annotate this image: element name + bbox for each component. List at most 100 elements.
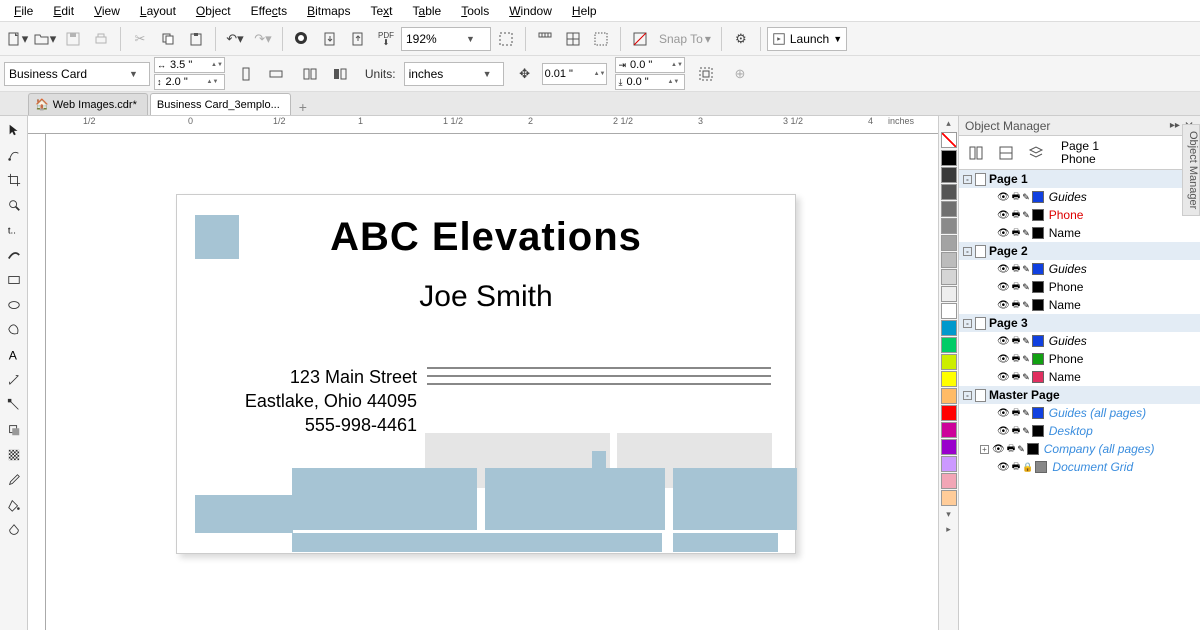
layer-manager-button[interactable] bbox=[1023, 140, 1049, 166]
swatch[interactable] bbox=[941, 167, 957, 183]
export-button[interactable] bbox=[345, 26, 371, 52]
page-preset-input[interactable] bbox=[5, 67, 125, 81]
cut-button[interactable]: ✂ bbox=[127, 26, 153, 52]
swatch-none[interactable] bbox=[941, 132, 957, 148]
pdf-button[interactable]: PDF⬇ bbox=[373, 26, 399, 52]
layer-row[interactable]: 👁 🖶 ✎ Guides bbox=[959, 260, 1200, 278]
visibility-icon[interactable]: 👁 bbox=[997, 408, 1010, 419]
menu-table[interactable]: Table bbox=[403, 2, 452, 20]
visibility-icon[interactable]: 👁 bbox=[997, 192, 1010, 203]
swatch[interactable] bbox=[941, 303, 957, 319]
add-tab-button[interactable]: + bbox=[293, 99, 313, 115]
expand-icon[interactable]: - bbox=[963, 391, 972, 400]
layer-color-swatch[interactable] bbox=[1032, 353, 1044, 365]
edit-icon[interactable]: ✎ bbox=[1022, 210, 1030, 221]
menu-layout[interactable]: Layout bbox=[130, 2, 186, 20]
launch-button[interactable]: Launch ▼ bbox=[767, 27, 847, 51]
dup-y-input[interactable] bbox=[624, 76, 666, 88]
parallel-dim-tool[interactable] bbox=[2, 368, 26, 392]
edit-across-button[interactable] bbox=[993, 140, 1019, 166]
transparency-tool[interactable] bbox=[2, 443, 26, 467]
interactive-fill-tool[interactable] bbox=[2, 518, 26, 542]
snap-to-dropdown[interactable]: Snap To ▾ bbox=[655, 32, 715, 46]
menu-window[interactable]: Window bbox=[499, 2, 562, 20]
swatch[interactable] bbox=[941, 337, 957, 353]
swatch[interactable] bbox=[941, 320, 957, 336]
swatch[interactable] bbox=[941, 371, 957, 387]
open-button[interactable]: ▾ bbox=[32, 26, 58, 52]
print-icon[interactable]: 🖶 bbox=[1012, 333, 1021, 349]
undo-button[interactable]: ↶▾ bbox=[222, 26, 248, 52]
swatch[interactable] bbox=[941, 456, 957, 472]
swatch[interactable] bbox=[941, 269, 957, 285]
print-icon[interactable]: 🖶 bbox=[1007, 441, 1016, 457]
visibility-icon[interactable]: 👁 bbox=[997, 228, 1010, 239]
print-icon[interactable]: 🖶 bbox=[1012, 297, 1021, 313]
swatch[interactable] bbox=[941, 439, 957, 455]
print-icon[interactable]: 🖶 bbox=[1012, 279, 1021, 295]
swatch[interactable] bbox=[941, 201, 957, 217]
layer-row[interactable]: 👁 🖶 ✎ Name bbox=[959, 224, 1200, 242]
print-icon[interactable]: 🖶 bbox=[1012, 261, 1021, 277]
business-card[interactable]: ABC Elevations Joe Smith 123 Main Street… bbox=[176, 194, 796, 554]
swatch[interactable] bbox=[941, 405, 957, 421]
ellipse-tool[interactable] bbox=[2, 293, 26, 317]
edit-icon[interactable]: ✎ bbox=[1022, 408, 1030, 419]
layer-color-swatch[interactable] bbox=[1032, 227, 1044, 239]
visibility-icon[interactable]: 👁 bbox=[997, 354, 1010, 365]
print-icon[interactable]: 🖶 bbox=[1012, 369, 1021, 385]
zoom-tool[interactable] bbox=[2, 193, 26, 217]
landscape-button[interactable] bbox=[263, 61, 289, 87]
visibility-icon[interactable]: 👁 bbox=[997, 462, 1010, 473]
print-icon[interactable]: 🖶 bbox=[1012, 405, 1021, 421]
menu-file[interactable]: File bbox=[4, 2, 43, 20]
layer-row[interactable]: 👁 🖶 ✎ Guides bbox=[959, 188, 1200, 206]
layer-color-swatch[interactable] bbox=[1032, 335, 1044, 347]
side-tab-object-manager[interactable]: Object Manager bbox=[1182, 124, 1200, 216]
rectangle-tool[interactable] bbox=[2, 268, 26, 292]
card-company[interactable]: ABC Elevations bbox=[177, 215, 795, 260]
layer-color-swatch[interactable] bbox=[1032, 299, 1044, 311]
swatch[interactable] bbox=[941, 388, 957, 404]
eyedropper-tool[interactable] bbox=[2, 468, 26, 492]
visibility-icon[interactable]: 👁 bbox=[997, 264, 1010, 275]
edit-icon[interactable]: ✎ bbox=[1022, 426, 1030, 437]
page-row[interactable]: - Page 2 bbox=[959, 242, 1200, 260]
layer-color-swatch[interactable] bbox=[1032, 371, 1044, 383]
visibility-icon[interactable]: 👁 bbox=[992, 444, 1005, 455]
connector-tool[interactable] bbox=[2, 393, 26, 417]
polygon-tool[interactable] bbox=[2, 318, 26, 342]
swatch[interactable] bbox=[941, 354, 957, 370]
layer-color-swatch[interactable] bbox=[1032, 281, 1044, 293]
menu-text[interactable]: Text bbox=[360, 2, 402, 20]
palette-scroll-up[interactable]: ▴ bbox=[939, 116, 958, 131]
edit-icon[interactable]: 🔒 bbox=[1022, 462, 1033, 473]
text-tool[interactable]: A bbox=[2, 343, 26, 367]
visibility-icon[interactable]: 👁 bbox=[997, 426, 1010, 437]
layer-color-swatch[interactable] bbox=[1032, 263, 1044, 275]
layer-color-swatch[interactable] bbox=[1035, 461, 1047, 473]
layer-row[interactable]: 👁 🖶 ✎ Guides bbox=[959, 332, 1200, 350]
layer-color-swatch[interactable] bbox=[1027, 443, 1039, 455]
import-button[interactable] bbox=[317, 26, 343, 52]
drop-shadow-tool[interactable] bbox=[2, 418, 26, 442]
edit-icon[interactable]: ✎ bbox=[1022, 264, 1030, 275]
menu-object[interactable]: Object bbox=[186, 2, 241, 20]
save-button[interactable] bbox=[60, 26, 86, 52]
copy-button[interactable] bbox=[155, 26, 181, 52]
edit-icon[interactable]: ✎ bbox=[1022, 282, 1030, 293]
layer-row[interactable]: 👁 🖶 ✎ Phone bbox=[959, 206, 1200, 224]
print-icon[interactable]: 🖶 bbox=[1012, 225, 1021, 241]
units-combo[interactable]: ▼ bbox=[404, 62, 504, 86]
visibility-icon[interactable]: 👁 bbox=[997, 282, 1010, 293]
menu-view[interactable]: View bbox=[84, 2, 130, 20]
zoom-combo[interactable]: ▼ bbox=[401, 27, 491, 51]
grid-button[interactable] bbox=[560, 26, 586, 52]
print-icon[interactable]: 🖶 bbox=[1012, 189, 1021, 205]
pick-tool[interactable] bbox=[2, 118, 26, 142]
edit-icon[interactable]: ✎ bbox=[1022, 300, 1030, 311]
swatch[interactable] bbox=[941, 150, 957, 166]
expand-icon[interactable]: - bbox=[963, 319, 972, 328]
swatch[interactable] bbox=[941, 235, 957, 251]
artistic-media-tool[interactable] bbox=[2, 243, 26, 267]
